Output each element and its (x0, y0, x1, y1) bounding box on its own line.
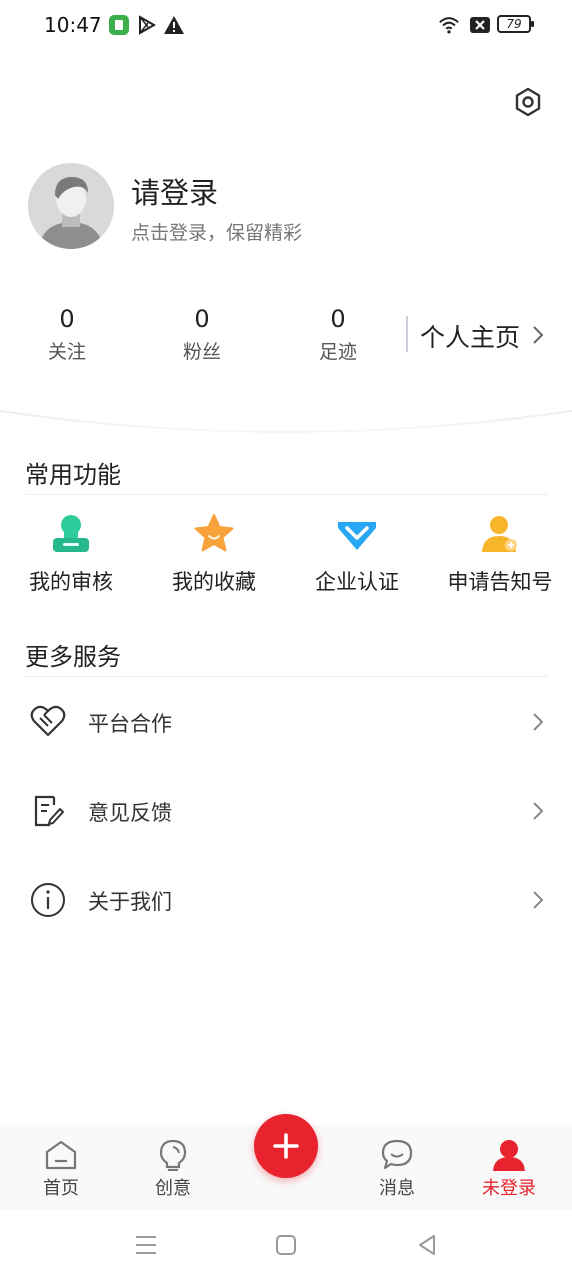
service-platform-cooperation[interactable]: 平台合作 (0, 678, 572, 767)
menu-icon[interactable] (134, 1234, 158, 1256)
stat-value: 0 (194, 305, 210, 333)
function-label: 企业认证 (315, 570, 399, 594)
diamond-v-icon (338, 522, 376, 550)
stat-label: 足迹 (318, 341, 357, 363)
login-title[interactable]: 请登录 (131, 170, 218, 212)
app-notification-icon (109, 15, 129, 35)
chevron-right-icon (533, 802, 544, 820)
nav-home[interactable]: 首页 (21, 1138, 101, 1200)
function-label: 申请告知号 (447, 570, 553, 594)
login-subtitle[interactable]: 点击登录，保留精彩 (131, 218, 302, 245)
function-my-favorites[interactable]: 我的收藏 (144, 512, 284, 596)
info-icon (31, 883, 65, 917)
lightbulb-icon (159, 1139, 187, 1171)
stamp-icon (53, 515, 89, 552)
status-time: 10:47 (44, 13, 102, 37)
star-icon (194, 514, 234, 552)
profile-link[interactable]: 个人主页 (420, 318, 520, 354)
divider (25, 676, 549, 677)
status-bar: 10:47 79 (0, 0, 572, 52)
home-square-icon[interactable] (275, 1234, 297, 1256)
avatar[interactable] (28, 163, 114, 249)
system-nav-bar (0, 1210, 572, 1280)
service-about-us[interactable]: 关于我们 (0, 856, 572, 945)
service-label: 关于我们 (88, 890, 172, 914)
feedback-icon (34, 795, 64, 827)
section-title-common: 常用功能 (25, 461, 121, 489)
section-title-more: 更多服务 (25, 643, 121, 671)
nav-label: 创意 (155, 1178, 191, 1199)
nav-label: 首页 (43, 1178, 79, 1199)
chevron-right-icon (533, 713, 544, 731)
function-label: 我的收藏 (172, 570, 256, 594)
create-post-button[interactable] (254, 1114, 318, 1178)
service-feedback[interactable]: 意见反馈 (0, 767, 572, 856)
nav-label: 未登录 (482, 1178, 536, 1199)
plus-icon (273, 1133, 299, 1159)
chat-icon (381, 1139, 413, 1170)
stat-label: 关注 (47, 341, 86, 363)
function-enterprise-cert[interactable]: 企业认证 (287, 512, 427, 596)
stat-footprints[interactable]: 0 足迹 (278, 305, 398, 364)
stat-value: 0 (330, 305, 346, 333)
battery-indicator: 79 (497, 15, 534, 33)
nav-profile[interactable]: 未登录 (469, 1138, 549, 1200)
stat-divider (406, 316, 408, 352)
stat-fans[interactable]: 0 粉丝 (142, 305, 262, 364)
home-icon (45, 1140, 77, 1170)
divider (25, 494, 549, 495)
nav-ideas[interactable]: 创意 (133, 1138, 213, 1200)
nav-messages[interactable]: 消息 (357, 1138, 437, 1200)
function-my-review[interactable]: 我的审核 (1, 512, 141, 596)
stat-following[interactable]: 0 关注 (7, 305, 127, 364)
function-label: 我的审核 (29, 570, 113, 594)
header-curve (0, 410, 572, 450)
stat-value: 0 (59, 305, 75, 333)
play-store-icon (139, 15, 157, 35)
back-icon[interactable] (416, 1234, 438, 1256)
chevron-right-icon[interactable] (530, 324, 546, 346)
handshake-icon (30, 705, 66, 737)
wifi-icon (439, 17, 459, 34)
function-apply-number[interactable]: 申请告知号 (430, 512, 570, 596)
user-icon (493, 1140, 525, 1171)
service-label: 意见反馈 (88, 801, 172, 825)
stat-label: 粉丝 (182, 341, 221, 363)
nav-label: 消息 (379, 1178, 415, 1199)
settings-icon[interactable] (512, 86, 544, 118)
no-sim-icon (470, 17, 490, 33)
user-add-icon (482, 516, 517, 552)
warning-icon (164, 16, 184, 34)
chevron-right-icon (533, 891, 544, 909)
avatar-placeholder-icon (28, 163, 114, 249)
service-label: 平台合作 (88, 712, 172, 736)
